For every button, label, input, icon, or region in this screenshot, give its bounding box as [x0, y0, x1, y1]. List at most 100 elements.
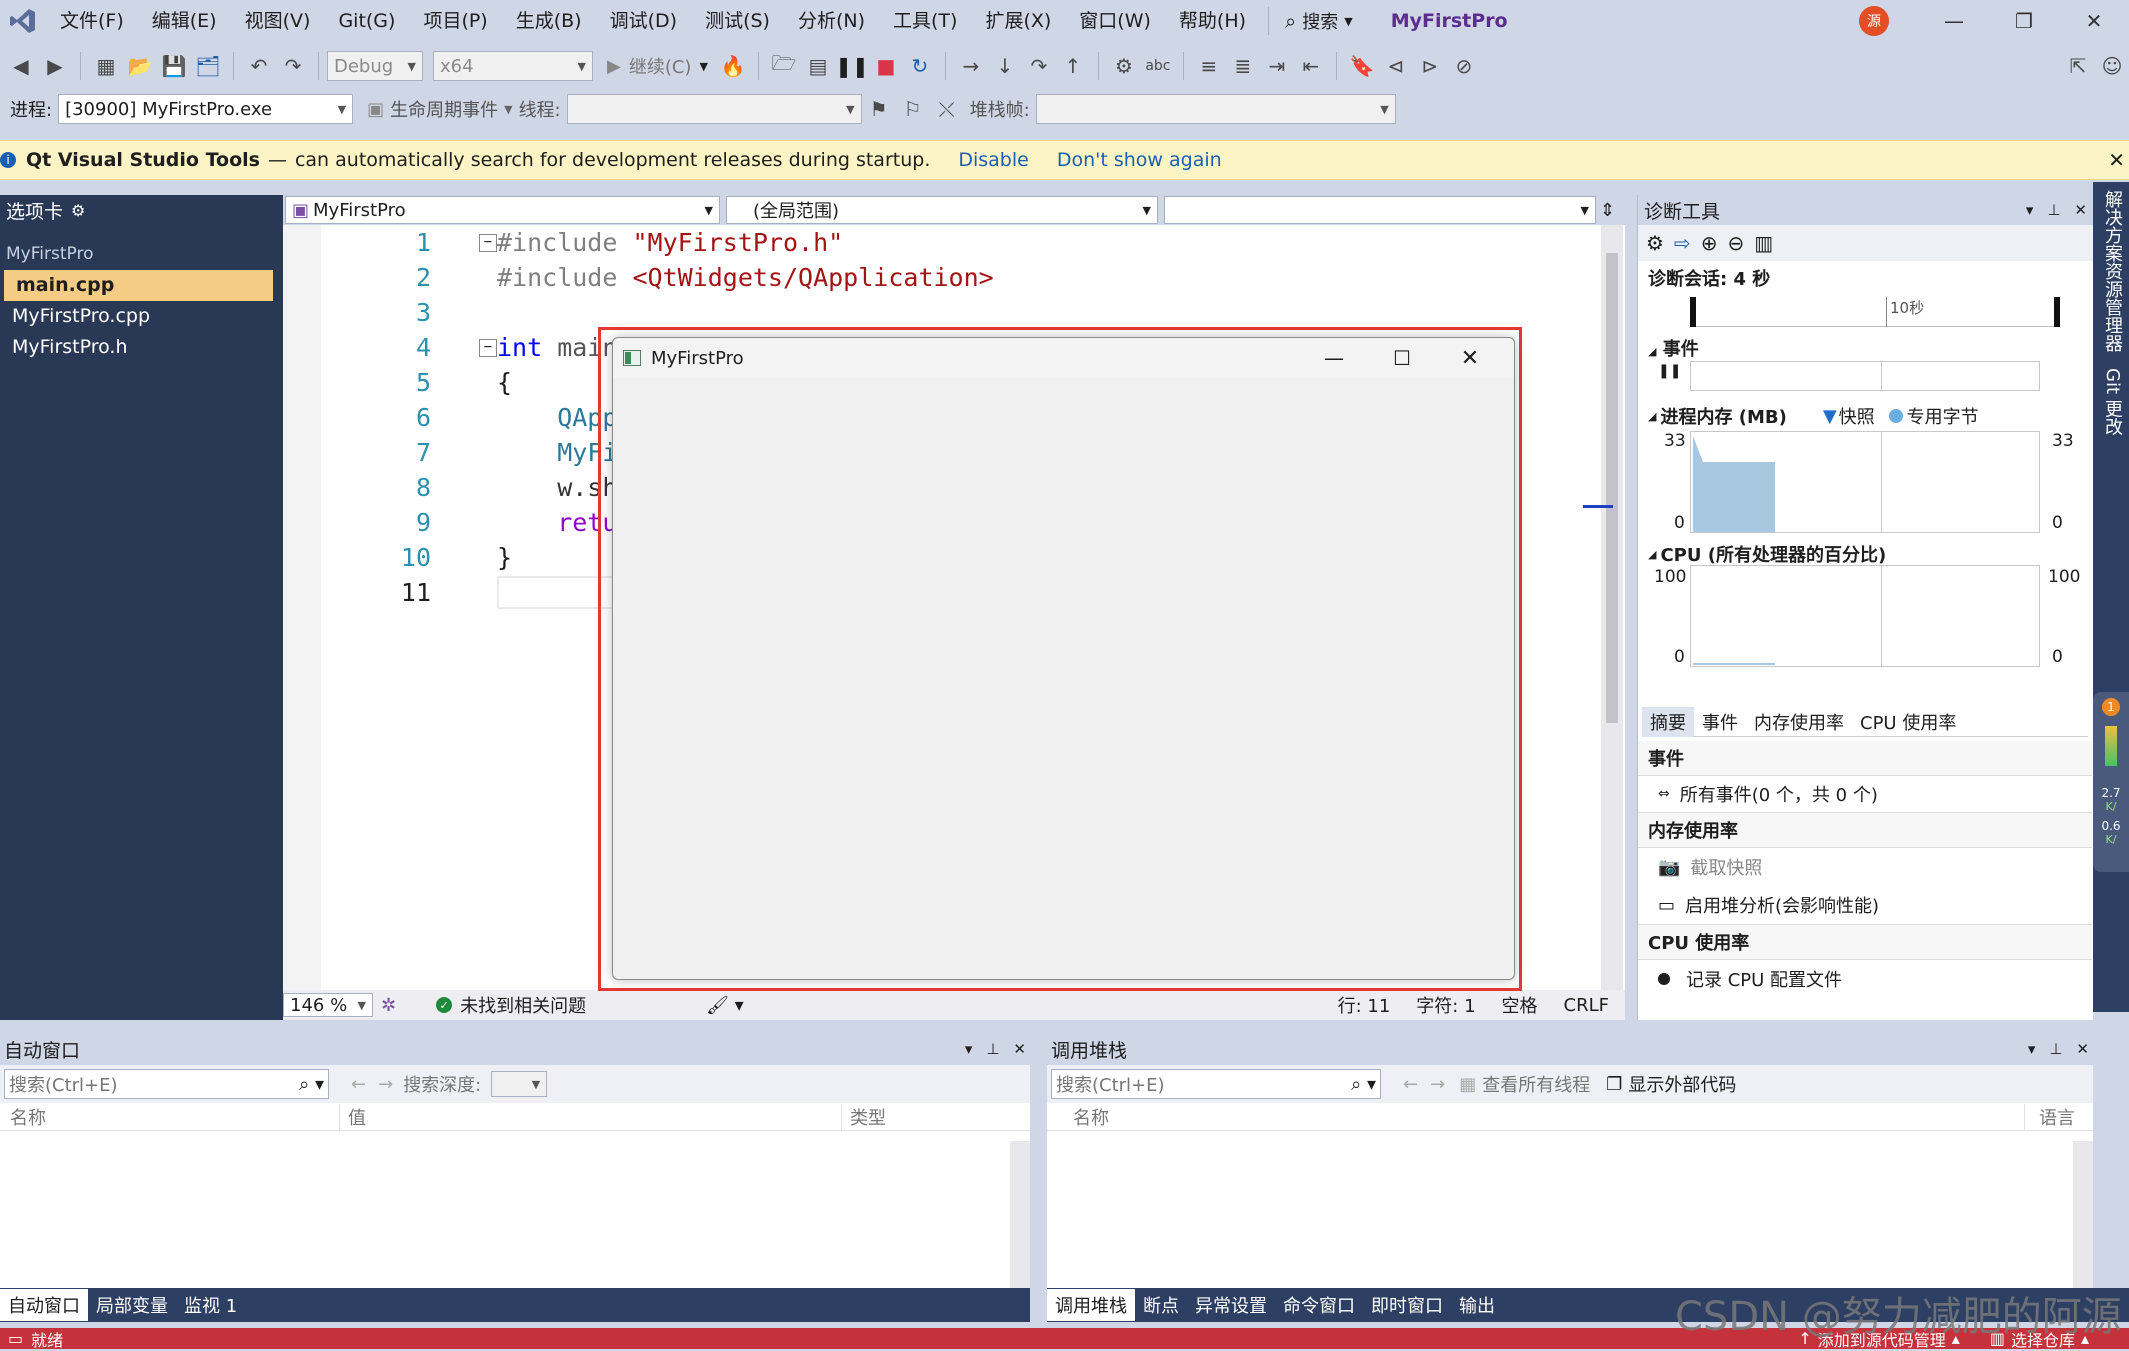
app-window-titlebar[interactable]: MyFirstPro — ☐ ✕	[613, 338, 1514, 378]
zoom-select[interactable]: 146 % ▼	[283, 993, 373, 1017]
whitespace-indicator[interactable]: 空格	[1502, 992, 1538, 1018]
copilot-icon[interactable]: ✲	[381, 995, 396, 1016]
git-changes-tab[interactable]: Git 更改	[2093, 360, 2129, 444]
diagnostics-icon[interactable]: ⚙	[1109, 51, 1139, 81]
forward-icon[interactable]: →	[378, 1074, 393, 1095]
zoom-out-icon[interactable]: ⊖	[1727, 231, 1744, 255]
menu-help[interactable]: 帮助(H)	[1165, 0, 1260, 42]
scope-nav-select[interactable]: (全局范围) ▼	[726, 196, 1158, 224]
prev-bookmark-icon[interactable]: ⊲	[1381, 51, 1411, 81]
close-button[interactable]: ✕	[2059, 0, 2129, 42]
close-icon[interactable]: ✕	[2076, 1040, 2089, 1058]
avatar[interactable]: 源	[1859, 6, 1889, 36]
settings-icon[interactable]: ⚙	[1646, 231, 1664, 255]
close-icon[interactable]: ✕	[1013, 1040, 1026, 1058]
file-myfirstpro-h[interactable]: MyFirstPro.h	[0, 332, 283, 363]
uncomment-icon[interactable]: ≣	[1228, 51, 1258, 81]
heap-profiling-button[interactable]: ▭ 启用堆分析(会影响性能)	[1638, 886, 2092, 924]
continue-button[interactable]: ▶ 继续(C) ▼	[607, 53, 708, 79]
cpu-chart[interactable]	[1690, 565, 2040, 667]
take-snapshot-button[interactable]: 📷 截取快照	[1638, 848, 2092, 886]
gear-icon[interactable]: ⚙	[71, 201, 85, 220]
memory-section-header[interactable]: ◢ 进程内存 (MB) ▼ 快照 专用字节	[1638, 399, 2088, 433]
menu-build[interactable]: 生成(B)	[502, 0, 596, 42]
spell-check-icon[interactable]: abc	[1143, 51, 1173, 81]
tab-watch-1[interactable]: 监视 1	[176, 1289, 245, 1321]
comment-icon[interactable]: ≡	[1194, 51, 1224, 81]
autos-search-input[interactable]: 搜索(Ctrl+E) ⌕ ▾	[4, 1069, 329, 1099]
app-maximize-button[interactable]: ☐	[1368, 346, 1436, 370]
editor-vertical-scrollbar[interactable]	[1583, 225, 1623, 990]
back-icon[interactable]: ◀	[6, 51, 36, 81]
back-icon[interactable]: ←	[1403, 1074, 1418, 1095]
tab-call-stack[interactable]: 调用堆栈	[1047, 1289, 1135, 1321]
tab-exception-settings[interactable]: 异常设置	[1187, 1289, 1275, 1321]
redo-icon[interactable]: ↷	[278, 51, 308, 81]
configuration-select[interactable]: Debug ▼	[327, 51, 423, 81]
cleanup-icon[interactable]: 🖌 ▾	[706, 995, 744, 1016]
app-close-button[interactable]: ✕	[1436, 346, 1504, 371]
platform-select[interactable]: x64 ▼	[433, 51, 593, 81]
tab-command-window[interactable]: 命令窗口	[1275, 1289, 1363, 1321]
issues-status[interactable]: 未找到相关问题	[460, 992, 586, 1018]
menu-tools[interactable]: 工具(T)	[879, 0, 971, 42]
zoom-in-icon[interactable]: ⊕	[1701, 231, 1718, 255]
step-over-icon[interactable]: ↷	[1024, 51, 1054, 81]
tab-locals[interactable]: 局部变量	[88, 1289, 176, 1321]
minimize-button[interactable]: —	[1919, 0, 1989, 42]
app-minimize-button[interactable]: —	[1300, 346, 1368, 370]
forward-icon[interactable]: ▶	[40, 51, 70, 81]
menu-debug[interactable]: 调试(D)	[596, 0, 691, 42]
record-cpu-button[interactable]: 记录 CPU 配置文件	[1638, 960, 2092, 998]
file-myfirstpro-cpp[interactable]: MyFirstPro.cpp	[0, 301, 283, 332]
stack-frame-icon[interactable]: ⤬	[932, 94, 962, 124]
feedback-icon[interactable]: ☺	[2097, 51, 2127, 81]
autos-scrollbar[interactable]	[1010, 1141, 1030, 1288]
bookmark-icon[interactable]: 🔖	[1347, 51, 1377, 81]
next-bookmark-icon[interactable]: ⊳	[1415, 51, 1445, 81]
tab-breakpoints[interactable]: 断点	[1135, 1289, 1187, 1321]
tab-cpu-usage[interactable]: CPU 使用率	[1852, 707, 1964, 737]
outdent-icon[interactable]: ⇤	[1296, 51, 1326, 81]
close-icon[interactable]: ✕	[2074, 201, 2087, 219]
step-out-icon[interactable]: ↑	[1058, 51, 1088, 81]
share-icon[interactable]: ⇱	[2063, 51, 2093, 81]
tab-summary[interactable]: 摘要	[1642, 706, 1694, 737]
menu-project[interactable]: 项目(P)	[409, 0, 501, 42]
show-external-code-button[interactable]: 显示外部代码	[1628, 1071, 1736, 1097]
performance-meter[interactable]: 1 2.7 K/ 0.6 K/	[2093, 692, 2129, 872]
process-select[interactable]: [30900] MyFirstPro.exe ▼	[58, 94, 354, 124]
visual-studio-logo-icon[interactable]	[0, 0, 46, 42]
col-name[interactable]: 名称	[0, 1103, 340, 1130]
eol-indicator[interactable]: CRLF	[1564, 995, 1609, 1016]
tab-immediate-window[interactable]: 即时窗口	[1363, 1289, 1451, 1321]
thread-select[interactable]: ▼	[566, 94, 862, 124]
hot-reload-icon[interactable]: 🔥	[718, 51, 748, 81]
member-nav-select[interactable]: ▼	[1164, 196, 1596, 224]
indent-icon[interactable]: ⇥	[1262, 51, 1292, 81]
col-value[interactable]: 值	[340, 1103, 842, 1130]
new-project-icon[interactable]: ▦	[91, 51, 121, 81]
timeline-end-handle[interactable]	[2054, 297, 2060, 327]
view-all-threads-button[interactable]: 查看所有线程	[1482, 1071, 1590, 1097]
restart-icon[interactable]: ↻	[905, 51, 935, 81]
menu-file[interactable]: 文件(F)	[46, 0, 138, 42]
flag-icon[interactable]: ⚑	[864, 94, 894, 124]
browse-icon[interactable]: 🗁	[769, 51, 799, 81]
disable-link[interactable]: Disable	[958, 149, 1028, 171]
col-type[interactable]: 类型	[842, 1104, 886, 1130]
collapse-icon[interactable]: −	[479, 338, 497, 357]
col-name[interactable]: 名称	[1047, 1103, 2025, 1130]
menu-edit[interactable]: 编辑(E)	[138, 0, 231, 42]
menu-extensions[interactable]: 扩展(X)	[971, 0, 1065, 42]
events-section-header[interactable]: ◢ 事件	[1638, 331, 1709, 365]
pause-icon[interactable]: ❚❚	[1658, 363, 1681, 379]
menu-git[interactable]: Git(G)	[324, 0, 409, 42]
pin-icon[interactable]: ⊥	[986, 1040, 999, 1058]
file-main-cpp[interactable]: main.cpp	[4, 270, 273, 301]
clear-bookmarks-icon[interactable]: ⊘	[1449, 51, 1479, 81]
search-depth-select[interactable]: ▼	[491, 1071, 548, 1097]
save-all-icon[interactable]: 🗂	[193, 51, 223, 81]
undo-icon[interactable]: ↶	[244, 51, 274, 81]
close-infobar-icon[interactable]: ✕	[2108, 148, 2125, 172]
